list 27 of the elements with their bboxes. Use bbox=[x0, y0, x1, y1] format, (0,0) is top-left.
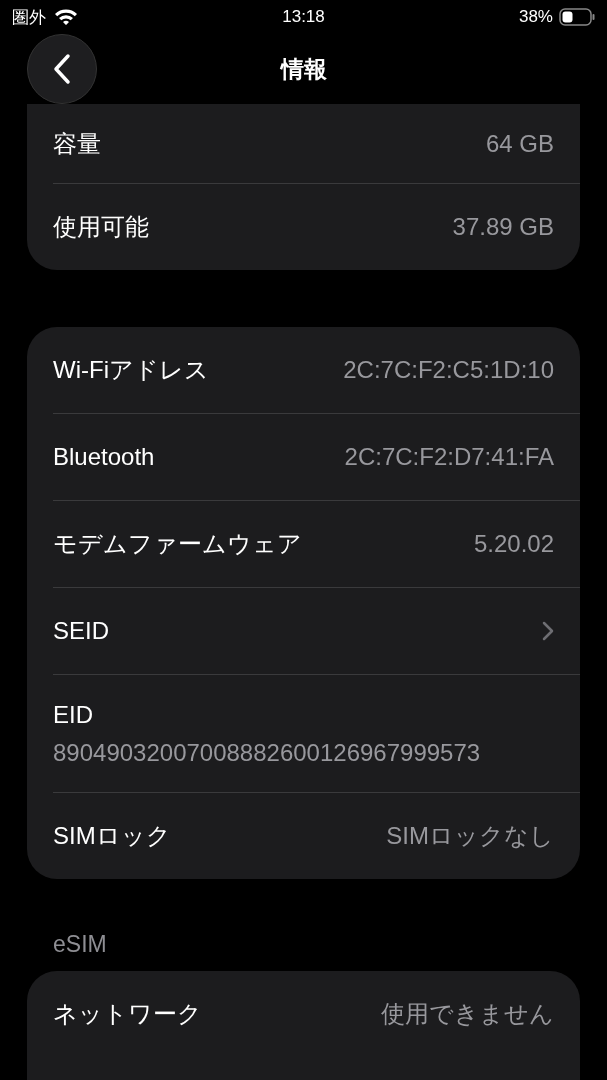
row-label: EID bbox=[53, 700, 93, 729]
row-label: 容量 bbox=[53, 128, 102, 159]
row-value: 2C:7C:F2:D7:41:FA bbox=[344, 443, 554, 471]
chevron-icon bbox=[542, 621, 554, 641]
row-label: モデムファームウェア bbox=[53, 529, 303, 559]
row-label: 使用可能 bbox=[53, 212, 150, 242]
carrier-text: 圏外 bbox=[12, 6, 46, 29]
row-value: 89049032007008882600126967999573 bbox=[53, 738, 481, 767]
row-value: 5.20.02 bbox=[473, 530, 554, 558]
list-item[interactable]: SEID bbox=[53, 588, 580, 675]
row-label: Bluetooth bbox=[53, 443, 156, 471]
row-label: SEID bbox=[53, 617, 110, 645]
row-value: 2C:7C:F2:C5:1D:10 bbox=[343, 356, 554, 384]
row-label: SIMロック bbox=[53, 821, 172, 851]
wifi-icon bbox=[54, 8, 78, 26]
row-value: 64 GB bbox=[485, 129, 554, 158]
row-label: ネットワーク bbox=[53, 999, 203, 1029]
back-icon bbox=[52, 53, 72, 85]
section-header: eSIM bbox=[52, 930, 108, 959]
row-value: SIMロックなし bbox=[386, 821, 554, 851]
battery-percentage: 38% bbox=[518, 7, 553, 27]
row-value: 37.89 GB bbox=[452, 213, 554, 241]
battery-icon bbox=[559, 8, 595, 26]
row-label: Wi-Fiアドレス bbox=[53, 355, 210, 385]
page-title: 情報 bbox=[280, 54, 327, 84]
clock-time: 13:18 bbox=[282, 7, 325, 26]
row-value: 使用できません bbox=[381, 999, 554, 1029]
